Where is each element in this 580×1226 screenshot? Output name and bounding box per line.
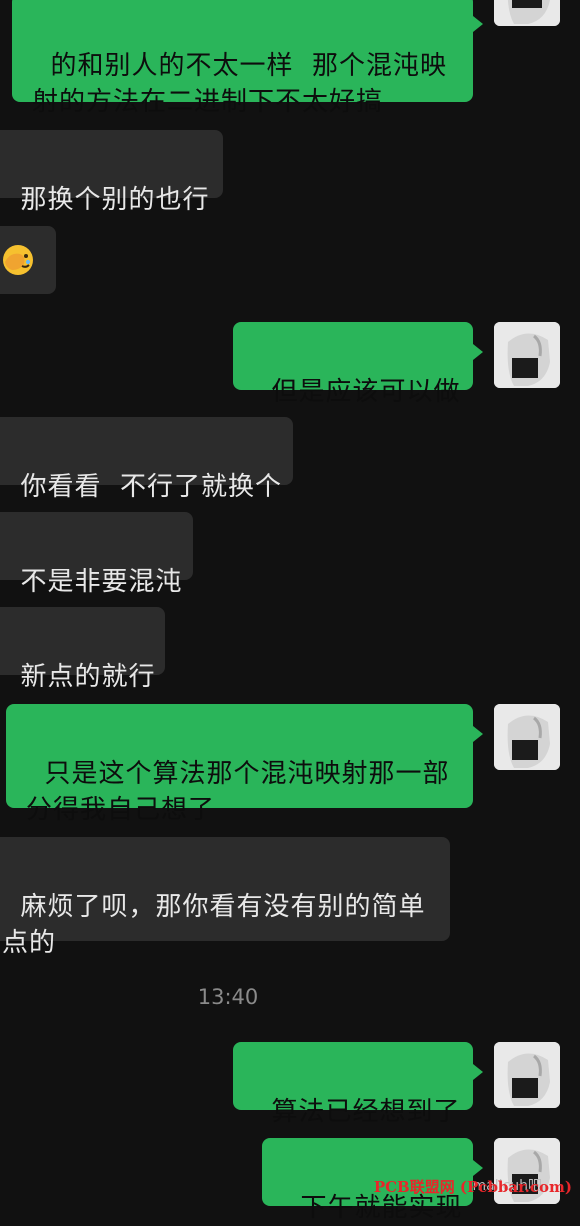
message-outgoing[interactable]: 只是这个算法那个混沌映射那一部分得我自己想了 [6,704,483,825]
message-outgoing[interactable]: 算法已经想到了 [233,1042,483,1127]
avatar[interactable] [494,322,560,388]
statue-avatar-icon [494,322,560,388]
statue-avatar-icon [494,704,560,770]
message-incoming[interactable]: 新点的就行 [0,607,165,692]
message-text: 你看看 不行了就换个 [20,472,283,502]
message-text: 但是应该可以做 [271,377,461,407]
statue-avatar-icon [494,1042,560,1108]
watermark: PCB联盟网 (Pcbbar.com) [373,1178,572,1196]
message-incoming[interactable]: 麻烦了呗，那你看有没有别的简单点的 [0,837,450,958]
avatar[interactable] [494,1042,560,1108]
message-text: 不是非要混沌 [20,567,183,597]
message-text: 新点的就行 [20,662,156,692]
message-incoming-emoji[interactable] [0,226,56,294]
facepalm-emoji-icon [3,245,33,275]
message-outgoing[interactable]: 的和别人的不太一样 那个混沌映射的方法在二进制下不太好搞 [12,0,483,117]
message-text: 的和别人的不太一样 那个混沌映射的方法在二进制下不太好搞 [32,51,448,117]
message-incoming[interactable]: 你看看 不行了就换个 [0,417,293,502]
message-text: 算法已经想到了 [271,1097,461,1127]
message-incoming[interactable]: 那换个别的也行 [0,130,223,215]
message-text: 只是这个算法那个混沌映射那一部分得我自己想了 [26,759,450,825]
message-incoming[interactable]: 不是非要混沌 [0,512,193,597]
message-text: 麻烦了呗，那你看有没有别的简单点的 [2,892,426,958]
statue-avatar-icon [494,0,560,26]
avatar[interactable] [494,0,560,26]
message-text: 下午就能实现 [300,1193,463,1223]
avatar[interactable] [494,704,560,770]
message-outgoing[interactable]: 但是应该可以做 [233,322,483,407]
message-timestamp: 13:40 [197,985,259,1009]
message-text: 那换个别的也行 [20,185,210,215]
